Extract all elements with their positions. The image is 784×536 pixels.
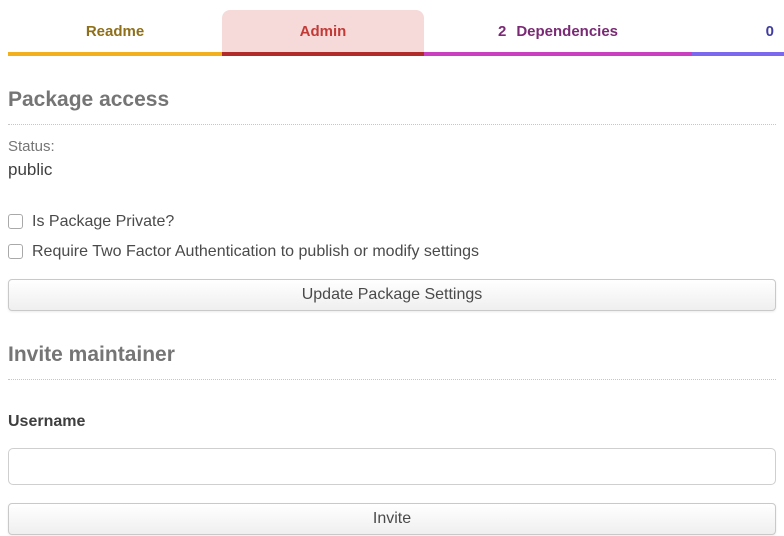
invite-maintainer-title: Invite maintainer — [8, 342, 776, 367]
require-2fa-checkbox[interactable] — [8, 244, 23, 259]
section-divider — [8, 124, 776, 125]
require-2fa-label: Require Two Factor Authentication to pub… — [32, 242, 479, 261]
dependents-count-badge: 0 — [766, 23, 774, 40]
update-package-settings-button[interactable]: Update Package Settings — [8, 279, 776, 311]
tab-dependencies[interactable]: 2 Dependencies — [424, 10, 692, 56]
tab-readme-label: Readme — [86, 23, 144, 40]
require-2fa-row[interactable]: Require Two Factor Authentication to pub… — [8, 242, 776, 261]
tab-readme[interactable]: Readme — [8, 10, 222, 56]
section-divider — [8, 379, 776, 380]
package-tab-bar: Readme Admin 2 Dependencies 0 — [0, 0, 784, 56]
status-value: public — [8, 159, 776, 180]
package-access-title: Package access — [8, 87, 776, 112]
is-package-private-label: Is Package Private? — [32, 212, 174, 231]
status-label: Status: — [8, 138, 776, 156]
is-package-private-row[interactable]: Is Package Private? — [8, 212, 776, 231]
tab-admin-label: Admin — [300, 23, 347, 40]
username-input[interactable] — [8, 448, 776, 485]
is-package-private-checkbox[interactable] — [8, 214, 23, 229]
username-label: Username — [8, 412, 776, 431]
dependencies-count-badge: 2 — [498, 23, 506, 40]
tab-dependencies-label: Dependencies — [516, 23, 618, 40]
admin-panel: Package access Status: public Is Package… — [0, 87, 784, 535]
tab-admin[interactable]: Admin — [222, 10, 424, 56]
invite-button[interactable]: Invite — [8, 503, 776, 535]
tab-dependents[interactable]: 0 — [692, 10, 784, 56]
